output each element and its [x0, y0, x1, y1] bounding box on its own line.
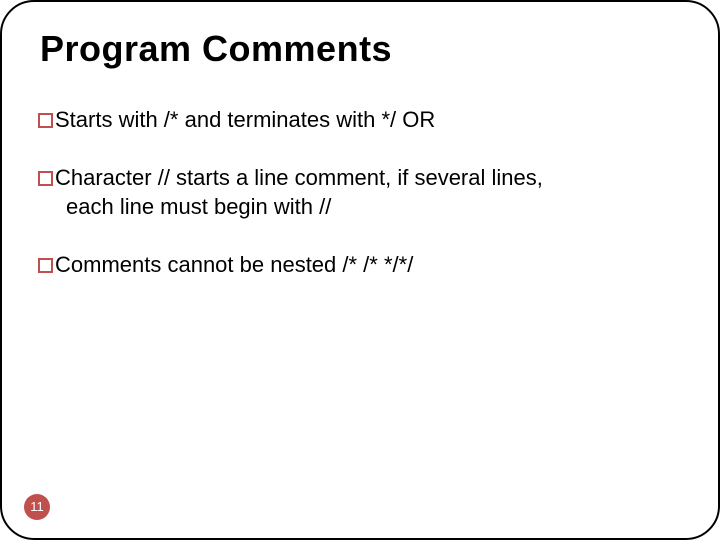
bullet-item: Comments cannot be nested /* /* */*/: [38, 251, 682, 279]
square-bullet-icon: [38, 113, 53, 128]
square-bullet-icon: [38, 171, 53, 186]
bullet-item: Starts with /* and terminates with */ OR: [38, 106, 682, 134]
bullet-text: Starts with /* and terminates with */ OR: [55, 107, 435, 132]
square-bullet-icon: [38, 258, 53, 273]
bullet-text: Comments cannot be nested /* /* */*/: [55, 252, 413, 277]
bullet-continuation: each line must begin with //: [66, 193, 682, 221]
slide-title: Program Comments: [40, 28, 682, 70]
bullet-text: Character // starts a line comment, if s…: [55, 165, 543, 190]
bullet-item: Character // starts a line comment, if s…: [38, 164, 682, 221]
slide-frame: Program Comments Starts with /* and term…: [0, 0, 720, 540]
page-number-badge: 11: [24, 494, 50, 520]
